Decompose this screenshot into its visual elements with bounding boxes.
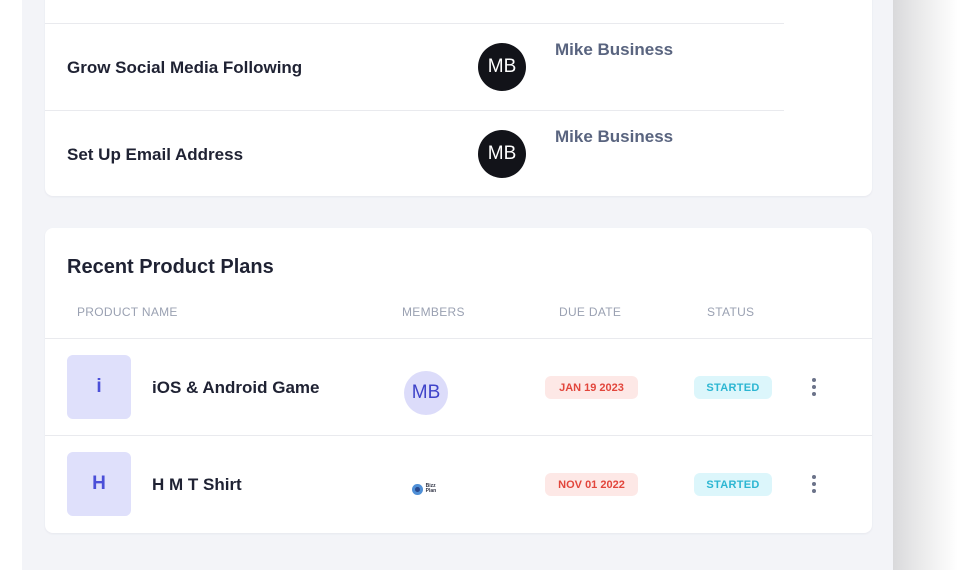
status-badge: STARTED bbox=[694, 473, 772, 496]
status-badge: STARTED bbox=[694, 376, 772, 399]
logo-mark bbox=[412, 483, 423, 495]
product-name[interactable]: H M T Shirt bbox=[152, 475, 242, 495]
column-header-status: STATUS bbox=[707, 305, 755, 319]
task-owner-name[interactable]: Mike Business bbox=[555, 40, 673, 60]
product-initial-tile[interactable]: H bbox=[67, 452, 131, 516]
column-header-due-date: DUE DATE bbox=[559, 305, 622, 319]
column-header-members: MEMBERS bbox=[402, 305, 465, 319]
task-title[interactable]: Grow Social Media Following bbox=[67, 58, 302, 78]
product-name[interactable]: iOS & Android Game bbox=[152, 378, 320, 398]
logo-text: Bizz Plan bbox=[425, 483, 437, 494]
panel-shadow bbox=[893, 0, 958, 570]
due-date-badge: JAN 19 2023 bbox=[545, 376, 638, 399]
product-plans-card: Recent Product Plans PRODUCT NAME MEMBER… bbox=[45, 228, 872, 533]
column-header-product-name: PRODUCT NAME bbox=[77, 305, 178, 319]
product-initial-tile[interactable]: i bbox=[67, 355, 131, 419]
task-row[interactable]: Set Up Email Address MB Mike Business bbox=[45, 110, 784, 197]
task-row[interactable]: Grow Social Media Following MB Mike Busi… bbox=[45, 23, 784, 110]
due-date-badge: NOV 01 2022 bbox=[545, 473, 638, 496]
table-row[interactable]: H H M T Shirt Bizz Plan NOV 01 2022 STAR… bbox=[45, 435, 872, 532]
bizz-plan-logo-icon[interactable]: Bizz Plan bbox=[412, 482, 446, 496]
tasks-card: Grow Social Media Following MB Mike Busi… bbox=[45, 0, 872, 196]
member-avatar[interactable]: MB bbox=[404, 371, 448, 415]
more-vertical-icon[interactable] bbox=[805, 472, 823, 496]
table-row[interactable]: i iOS & Android Game MB JAN 19 2023 STAR… bbox=[45, 338, 872, 435]
avatar[interactable]: MB bbox=[478, 43, 526, 91]
avatar[interactable]: MB bbox=[478, 130, 526, 178]
task-owner-name[interactable]: Mike Business bbox=[555, 127, 673, 147]
section-title: Recent Product Plans bbox=[67, 256, 274, 278]
more-vertical-icon[interactable] bbox=[805, 375, 823, 399]
task-title[interactable]: Set Up Email Address bbox=[67, 145, 243, 165]
